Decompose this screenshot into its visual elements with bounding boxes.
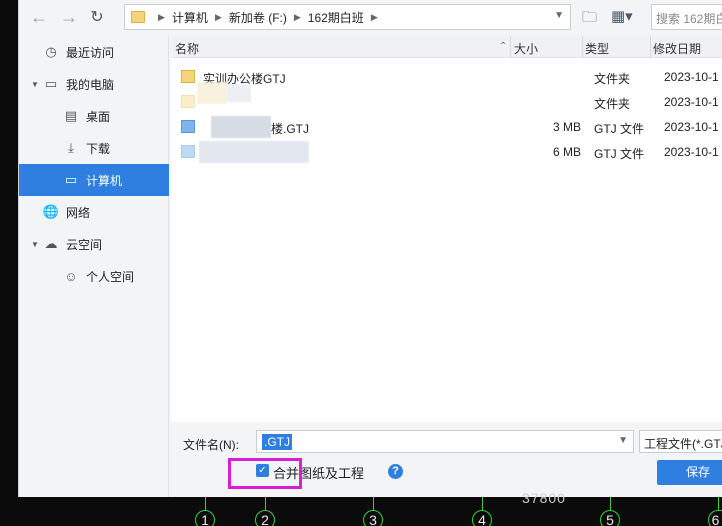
sidebar-item-desktop[interactable]: ▤ 桌面: [19, 100, 169, 132]
list-item[interactable]: 实训办公楼GTJ 文件夹 2023-10-1: [171, 65, 722, 90]
axis-line: [265, 497, 266, 510]
redaction-mosaic: [197, 82, 227, 104]
redaction-mosaic: [227, 84, 251, 102]
column-divider[interactable]: [650, 36, 651, 58]
sidebar-item-cloud[interactable]: ▼ ☁ 云空间: [19, 228, 169, 260]
clock-icon: ◷: [45, 44, 57, 59]
breadcrumb-item[interactable]: 计算机: [172, 9, 208, 26]
globe-icon: 🌐: [42, 204, 60, 219]
axis-line: [373, 497, 374, 510]
file-modified: 2023-10-1: [664, 120, 719, 134]
redaction-mosaic: [211, 116, 271, 138]
file-modified: 2023-10-1: [664, 145, 719, 159]
user-icon: ☺: [64, 268, 78, 284]
filetype-select[interactable]: 工程文件(*.GTJ): [639, 430, 722, 453]
chevron-down-icon[interactable]: ▼: [554, 10, 564, 21]
column-type[interactable]: 类型: [585, 40, 609, 57]
highlight-annotation: [228, 458, 302, 489]
filename-input[interactable]: .GTJ ▼: [256, 430, 634, 453]
gtj-file-icon: [181, 145, 195, 158]
axis-marker[interactable]: 3: [363, 510, 383, 526]
column-modified[interactable]: 修改日期: [653, 40, 701, 57]
chevron-right-icon[interactable]: ▶: [215, 12, 222, 23]
monitor-icon: ▭: [44, 76, 58, 91]
sidebar-item-label: 计算机: [86, 173, 123, 188]
monitor-icon: ▭: [64, 172, 78, 187]
axis-line: [205, 497, 206, 510]
axis-marker[interactable]: 1: [195, 510, 215, 526]
arrow-left-icon[interactable]: ←: [27, 5, 51, 29]
view-grid-icon[interactable]: ▦▾: [611, 7, 633, 25]
refresh-icon[interactable]: ↻: [85, 5, 109, 29]
chevron-right-icon[interactable]: ▶: [158, 12, 165, 23]
filename-label: 文件名(N):: [183, 438, 239, 452]
chevron-down-icon[interactable]: ▼: [31, 240, 39, 249]
sidebar-item-my-computer[interactable]: ▼ ▭ 我的电脑: [19, 68, 169, 100]
column-divider[interactable]: [510, 36, 511, 58]
axis-marker[interactable]: 5: [600, 510, 620, 526]
file-type: 文件夹: [594, 97, 631, 111]
save-button[interactable]: 保存: [657, 460, 722, 485]
sort-up-icon: ⌃: [499, 41, 508, 52]
desktop-icon: ▤: [64, 108, 78, 123]
file-type: GTJ 文件: [594, 147, 644, 161]
sidebar-item-recent[interactable]: ◷ 最近访问: [19, 36, 169, 68]
axis-line: [482, 497, 483, 510]
chevron-right-icon[interactable]: ▶: [371, 12, 378, 23]
chevron-down-icon[interactable]: ▼: [618, 435, 628, 446]
folder-icon: [181, 95, 195, 108]
axis-marker[interactable]: 2: [255, 510, 275, 526]
file-modified: 2023-10-1: [664, 95, 719, 109]
axis-marker[interactable]: 4: [472, 510, 492, 526]
sidebar-item-label: 云空间: [66, 237, 103, 252]
sidebar-item-label: 最近访问: [66, 45, 115, 60]
column-name[interactable]: 名称: [175, 40, 199, 57]
axis-marker[interactable]: 6: [708, 510, 722, 526]
sidebar-item-label: 网络: [66, 205, 91, 220]
folder-icon: [181, 70, 195, 83]
chevron-right-icon[interactable]: ▶: [294, 12, 301, 23]
breadcrumb-item[interactable]: 新加卷 (F:): [229, 9, 287, 26]
axis-line: [718, 497, 719, 510]
sidebar: ◷ 最近访问 ▼ ▭ 我的电脑 ▤ 桌面 ⤓ 下载 ▭ 计算机 🌐 网络 ▼ ☁…: [19, 36, 169, 497]
file-modified: 2023-10-1: [664, 70, 719, 84]
sidebar-item-computer[interactable]: ▭ 计算机: [19, 164, 169, 196]
file-size: 6 MB: [552, 145, 581, 159]
sidebar-item-download[interactable]: ⤓ 下载: [19, 132, 169, 164]
file-size: 3 MB: [552, 120, 581, 134]
column-size[interactable]: 大小: [514, 40, 538, 57]
cad-dimension-label: 37800: [522, 490, 566, 506]
chevron-down-icon[interactable]: ▼: [31, 80, 39, 89]
filename-value[interactable]: .GTJ: [262, 434, 292, 450]
folder-icon: [131, 11, 145, 23]
toolbar: ← → ↻ ▶ 计算机 ▶ 新加卷 (F:) ▶ 162期白班 ▶ ▼ 🗀 ▦▾…: [19, 0, 722, 34]
save-dialog: ← → ↻ ▶ 计算机 ▶ 新加卷 (F:) ▶ 162期白班 ▶ ▼ 🗀 ▦▾…: [18, 0, 722, 497]
search-input[interactable]: 搜索 162期白班: [651, 4, 722, 30]
sidebar-item-label: 我的电脑: [66, 77, 115, 92]
file-list: 名称 ⌃ 大小 类型 修改日期 实训办公楼GTJ 文件夹 2023-10-1 文…: [171, 36, 722, 422]
file-name: 楼.GTJ: [271, 122, 309, 136]
sidebar-item-label: 下载: [86, 141, 111, 156]
list-item[interactable]: 文件夹 2023-10-1: [171, 90, 722, 115]
gtj-file-icon: [181, 120, 195, 133]
sidebar-item-network[interactable]: 🌐 网络: [19, 196, 169, 228]
breadcrumb-item[interactable]: 162期白班: [308, 9, 364, 26]
new-folder-icon[interactable]: 🗀: [582, 7, 597, 32]
sidebar-item-label: 个人空间: [86, 269, 135, 284]
list-header: 名称 ⌃ 大小 类型 修改日期: [171, 36, 722, 58]
column-divider[interactable]: [582, 36, 583, 58]
cloud-icon: ☁: [44, 236, 58, 251]
redaction-mosaic: [199, 141, 309, 163]
address-bar[interactable]: ▶ 计算机 ▶ 新加卷 (F:) ▶ 162期白班 ▶ ▼: [124, 4, 571, 30]
sidebar-item-personal[interactable]: ☺ 个人空间: [19, 260, 169, 292]
sidebar-item-label: 桌面: [86, 109, 111, 124]
download-icon: ⤓: [68, 140, 74, 155]
arrow-right-icon[interactable]: →: [57, 5, 81, 29]
file-type: GTJ 文件: [594, 122, 644, 136]
help-icon[interactable]: ?: [388, 464, 403, 479]
file-type: 文件夹: [594, 72, 631, 86]
axis-line: [610, 497, 611, 510]
